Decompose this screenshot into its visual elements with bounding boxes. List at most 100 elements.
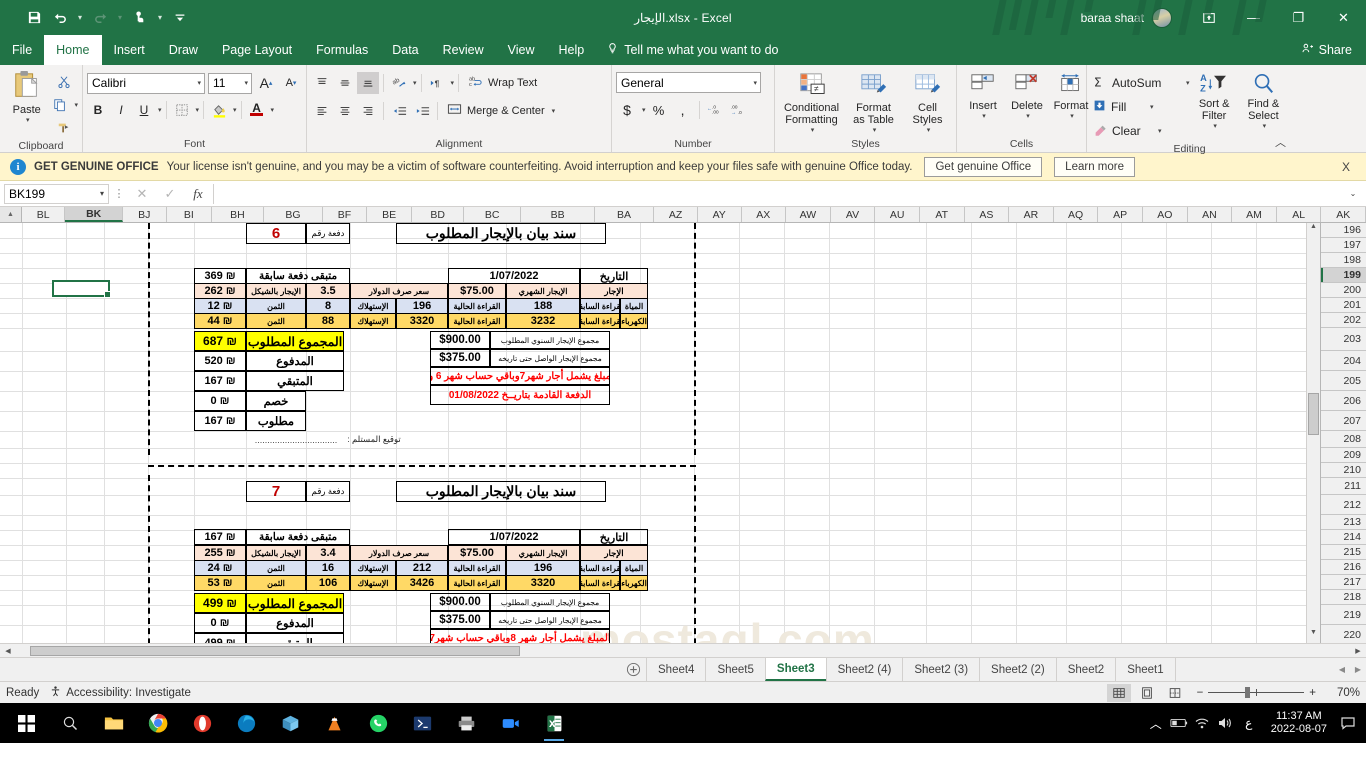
conditional-formatting-dropdown-icon[interactable]: ▾ — [811, 126, 815, 134]
increase-indent-icon[interactable] — [411, 100, 433, 122]
voucher1-date-value[interactable]: 1/07/2022 — [448, 268, 580, 284]
learn-more-button[interactable]: Learn more — [1054, 156, 1135, 177]
row-header-216[interactable]: 216 — [1321, 560, 1366, 575]
voucher1-water-usage-value[interactable]: 8 — [306, 298, 350, 314]
page-break-preview-icon[interactable] — [1163, 684, 1187, 702]
new-sheet-button[interactable] — [620, 658, 646, 681]
fill-label[interactable]: Fill — [1111, 100, 1126, 114]
ribbon-tab-formulas[interactable]: Formulas — [304, 35, 380, 65]
column-header-AR[interactable]: AR — [1009, 207, 1054, 222]
row-header-200[interactable]: 200 — [1321, 283, 1366, 298]
align-center-icon[interactable] — [334, 100, 356, 122]
insert-function-icon[interactable]: fx — [185, 186, 211, 202]
voucher2-rent-shekel-value[interactable]: ₪ 255 — [194, 545, 246, 561]
row-header-202[interactable]: 202 — [1321, 313, 1366, 328]
voucher2-rent-shekel-label[interactable]: الإيجار بالشيكل — [246, 545, 306, 561]
fill-color-dropdown-icon[interactable]: ▾ — [233, 106, 237, 114]
conditional-formatting-button[interactable]: ≠ Conditional Formatting ▾ — [781, 70, 843, 136]
column-header-BA[interactable]: BA — [594, 207, 655, 222]
voucher2-date-value[interactable]: 1/07/2022 — [448, 529, 580, 545]
voucher2-power-usage-value[interactable]: 106 — [306, 575, 350, 591]
battery-icon[interactable] — [1169, 717, 1189, 729]
font-color-icon[interactable]: A — [246, 99, 268, 121]
borders-dropdown-icon[interactable]: ▾ — [196, 106, 200, 114]
voucher1-power-curr-label[interactable]: القراءة الحالية — [448, 313, 506, 329]
voucher1-power-usage-value[interactable]: 88 — [306, 313, 350, 329]
column-header-AK[interactable]: AK — [1321, 207, 1366, 222]
find-select-dropdown-icon[interactable]: ▾ — [1263, 122, 1267, 130]
select-all-button[interactable]: ▲ — [0, 207, 22, 222]
voucher2-power-curr-label[interactable]: القراءة الحالية — [448, 575, 506, 591]
scroll-up-arrow-icon[interactable]: ▲ — [1307, 223, 1320, 237]
percent-button[interactable]: % — [648, 99, 670, 121]
merge-center-button[interactable]: Merge & Center ▾ — [442, 100, 560, 122]
row-header-212[interactable]: 212 — [1321, 495, 1366, 515]
column-header-BF[interactable]: BF — [323, 207, 367, 222]
voucher1-power-prev-label[interactable]: القراءة السابقة — [580, 313, 620, 329]
voucher1-discount-value[interactable]: ₪ 0 — [194, 391, 246, 411]
voucher2-annual-total-label[interactable]: مجموع الإيجار السنوي المطلوب — [490, 593, 610, 611]
sheet-area[interactable]: mostaql.com 6 دفعة رقم سند بيان بالإيجار… — [0, 223, 1320, 643]
ribbon-display-options-icon[interactable] — [1186, 0, 1231, 35]
voucher2-power-name[interactable]: الكهرباء — [620, 575, 648, 591]
row-header-196[interactable]: 196 — [1321, 223, 1366, 238]
row-header-211[interactable]: 211 — [1321, 478, 1366, 495]
font-name-input[interactable]: Calibri ▾ — [87, 72, 205, 94]
voucher1-remaining-value[interactable]: ₪ 167 — [194, 371, 246, 391]
row-header-210[interactable]: 210 — [1321, 463, 1366, 478]
voucher1-date-label[interactable]: التاريخ — [580, 268, 648, 284]
wrap-text-button[interactable]: ab c Wrap Text — [463, 72, 542, 94]
column-header-AS[interactable]: AS — [964, 207, 1010, 222]
voucher1-paid-label[interactable]: المدفوع — [246, 351, 344, 371]
name-box[interactable]: BK199 ▾ — [4, 183, 109, 204]
scroll-down-arrow-icon[interactable]: ▼ — [1307, 629, 1320, 643]
row-header-199[interactable]: 199 — [1321, 268, 1366, 283]
voucher1-remaining-label[interactable]: المتبقي — [246, 371, 344, 391]
vertical-scroll-thumb[interactable] — [1308, 393, 1319, 435]
voucher2-total-value[interactable]: ₪ 499 — [194, 593, 246, 613]
voucher1-water-curr-label[interactable]: القراءة الحالية — [448, 298, 506, 314]
clear-dropdown-icon[interactable]: ▾ — [1158, 127, 1162, 135]
column-header-AN[interactable]: AN — [1187, 207, 1233, 222]
language-indicator[interactable]: ع — [1238, 716, 1260, 730]
minimize-button[interactable]: — — [1231, 0, 1276, 35]
ribbon-tab-view[interactable]: View — [496, 35, 547, 65]
zoom-thumb[interactable] — [1244, 687, 1250, 698]
voucher2-total-label[interactable]: المجموع المطلوب — [246, 593, 344, 613]
account-name[interactable]: baraa shaat — [1081, 11, 1144, 25]
increase-decimal-icon[interactable]: ← .0.00 — [705, 99, 727, 121]
voucher2-prev-balance-label[interactable]: متبقى دفعة سابقة — [246, 529, 350, 545]
row-header-215[interactable]: 215 — [1321, 545, 1366, 560]
voucher2-water-usage-value[interactable]: 16 — [306, 560, 350, 576]
excel-icon[interactable]: X — [532, 703, 576, 743]
voucher1-water-curr-value[interactable]: 196 — [396, 298, 448, 314]
notification-icon[interactable] — [1338, 716, 1358, 730]
cell-styles-dropdown-icon[interactable]: ▾ — [927, 126, 931, 134]
voucher2-rent-monthly-label[interactable]: الإيجار الشهري — [506, 545, 580, 561]
row-header-204[interactable]: 204 — [1321, 351, 1366, 371]
voucher2-number-label[interactable]: دفعة رقم — [306, 481, 350, 502]
voucher1-number-label[interactable]: دفعة رقم — [306, 223, 350, 244]
merge-center-dropdown-icon[interactable]: ▾ — [552, 107, 556, 115]
voucher1-number[interactable]: 6 — [246, 223, 306, 244]
touch-mode-dropdown-icon[interactable]: ▾ — [154, 6, 166, 30]
tell-me-box[interactable]: Tell me what you want to do — [596, 35, 788, 65]
voucher1-fx-label[interactable]: سعر صرف الدولار — [350, 283, 448, 299]
voucher2-power-usage-label[interactable]: الإستهلاك — [350, 575, 396, 591]
voucher2-prev-balance-value[interactable]: ₪ 167 — [194, 529, 246, 545]
formula-input[interactable] — [213, 183, 1342, 204]
voucher1-rent-shekel-value[interactable]: ₪ 262 — [194, 283, 246, 299]
get-genuine-office-button[interactable]: Get genuine Office — [924, 156, 1043, 177]
ribbon-tab-page-layout[interactable]: Page Layout — [210, 35, 304, 65]
row-header-219[interactable]: 219 — [1321, 605, 1366, 625]
column-header-BK[interactable]: BK — [65, 207, 123, 222]
format-as-table-dropdown-icon[interactable]: ▾ — [873, 126, 877, 134]
row-header-205[interactable]: 205 — [1321, 371, 1366, 391]
active-cell-BK199[interactable] — [52, 280, 111, 298]
confirm-edit-icon[interactable]: ✓ — [157, 186, 183, 202]
voucher2-power-prev-label[interactable]: القراءة السابقة — [580, 575, 620, 591]
column-header-AM[interactable]: AM — [1232, 207, 1277, 222]
sort-filter-button[interactable]: A Z Sort & Filter ▾ — [1190, 70, 1239, 132]
copy-icon[interactable] — [49, 94, 71, 116]
name-box-dropdown-icon[interactable]: ▾ — [100, 189, 104, 198]
